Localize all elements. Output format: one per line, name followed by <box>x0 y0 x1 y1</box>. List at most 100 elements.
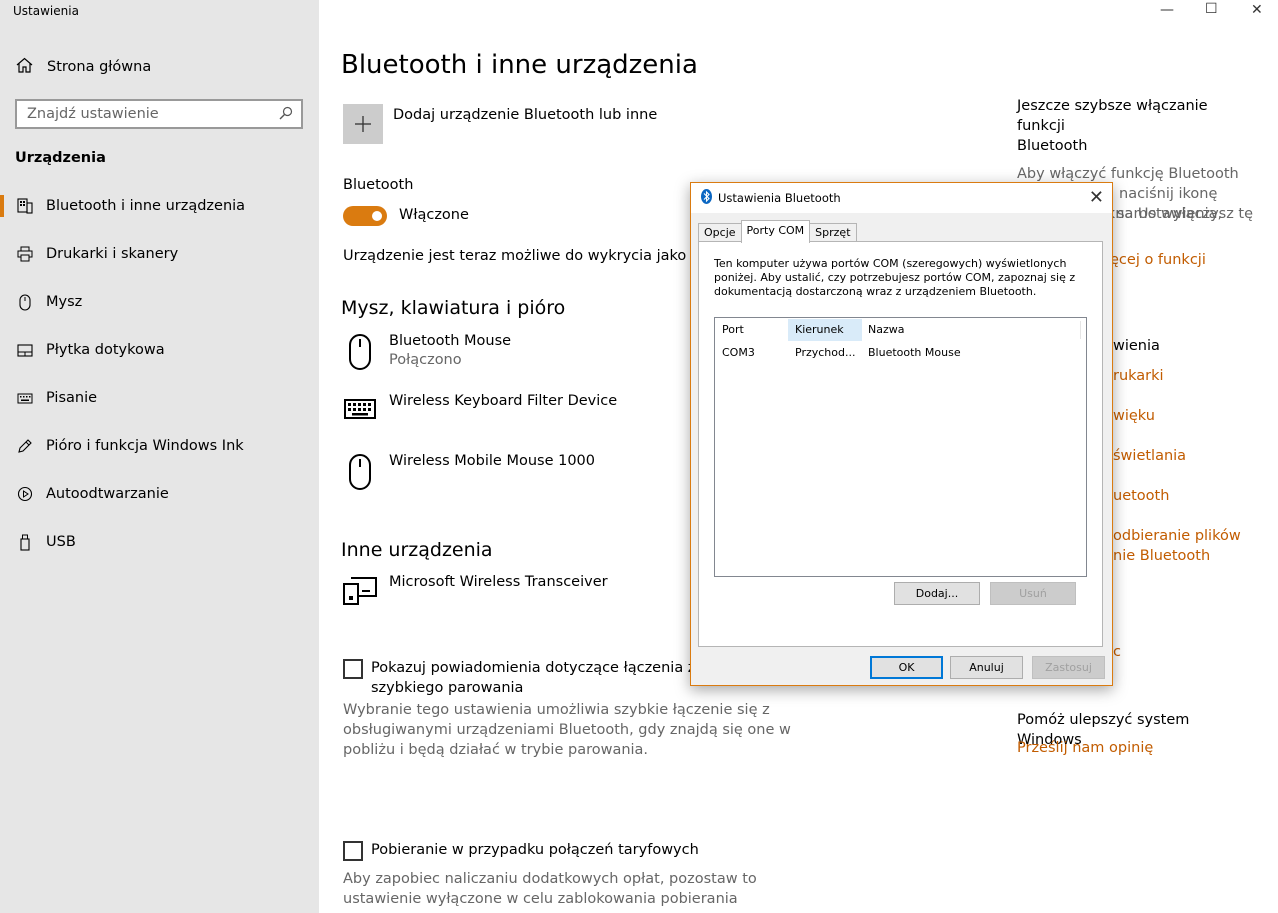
mouse-icon <box>16 293 34 311</box>
sidebar-item-label: USB <box>46 534 76 550</box>
feedback-link[interactable]: Prześlij nam opinię <box>1017 738 1153 758</box>
tip-text-line: naciśnij ikonę <box>1119 186 1218 202</box>
nav-home[interactable]: Strona główna <box>16 57 151 77</box>
device-bluetooth-mouse[interactable]: Bluetooth Mouse Połączono <box>343 333 511 371</box>
swift-pair-label-line-1: Pokazuj powiadomienia dotyczące łączenia… <box>371 660 727 676</box>
sidebar-item-bluetooth[interactable]: Bluetooth i inne urządzenia <box>0 186 319 226</box>
tab-com-ports[interactable]: Porty COM <box>740 220 811 243</box>
learn-more-link[interactable]: ęcej o funkcji <box>1110 250 1206 270</box>
remove-port-button[interactable]: Usuń <box>990 582 1076 605</box>
bluetooth-devices-icon <box>16 198 34 214</box>
mouse-icon <box>343 453 377 491</box>
tab-hardware[interactable]: Sprzęt <box>809 223 857 243</box>
touchpad-icon <box>16 343 34 357</box>
sidebar-item-typing[interactable]: Pisanie <box>0 378 319 418</box>
search-placeholder: Znajdź ustawienie <box>27 106 159 122</box>
device-wireless-keyboard[interactable]: Wireless Keyboard Filter Device <box>343 393 617 419</box>
swift-pair-desc-line: pobliżu i będą działać w trybie parowani… <box>343 742 649 758</box>
dialog-titlebar[interactable]: Ustawienia Bluetooth ✕ <box>691 183 1112 213</box>
device-name: Microsoft Wireless Transceiver <box>389 574 608 590</box>
dialog-title: Ustawienia Bluetooth <box>718 191 841 205</box>
sidebar-item-label: Płytka dotykowa <box>46 342 165 358</box>
related-link-display[interactable]: świetlania <box>1113 446 1186 466</box>
maximize-button[interactable]: ☐ <box>1205 1 1218 17</box>
metered-label: Pobieranie w przypadku połączeń taryfowy… <box>371 842 699 858</box>
com-ports-panel: Ten komputer używa portów COM (szeregowy… <box>698 241 1103 647</box>
related-link-bluetooth[interactable]: uetooth <box>1113 486 1169 506</box>
add-device-label: Dodaj urządzenie Bluetooth lub inne <box>393 107 658 123</box>
apply-button[interactable]: Zastosuj <box>1032 656 1105 679</box>
column-header-direction[interactable]: Kierunek <box>795 323 844 336</box>
plus-icon <box>343 104 383 144</box>
mouse-keyboard-section-title: Mysz, klawiatura i pióro <box>341 297 566 319</box>
tip-heading-line: Jeszcze szybsze włączanie funkcji <box>1017 98 1208 134</box>
keyboard-icon <box>16 393 34 404</box>
minimize-button[interactable]: — <box>1160 2 1174 18</box>
usb-icon <box>16 534 34 551</box>
list-header: Port Kierunek Nazwa <box>715 318 1086 341</box>
metered-checkbox[interactable] <box>343 841 363 861</box>
swift-pair-desc-line: obsługiwanymi urządzeniami Bluetooth, gd… <box>343 722 791 738</box>
table-row[interactable]: COM3 Przychod... Bluetooth Mouse <box>715 341 1086 363</box>
sidebar-item-touchpad[interactable]: Płytka dotykowa <box>0 330 319 370</box>
related-link-partial[interactable]: c <box>1113 642 1121 662</box>
sidebar: Ustawienia Strona główna Znajdź ustawien… <box>0 0 319 913</box>
related-link-printers[interactable]: rukarki <box>1113 366 1164 386</box>
autoplay-icon <box>16 486 34 502</box>
sidebar-item-label: Drukarki i skanery <box>46 246 179 262</box>
search-input[interactable]: Znajdź ustawienie <box>15 99 303 129</box>
discoverable-text: Urządzenie jest teraz możliwe do wykryci… <box>343 248 734 264</box>
swift-pair-checkbox[interactable] <box>343 659 363 679</box>
sidebar-item-printers[interactable]: Drukarki i skanery <box>0 234 319 274</box>
sidebar-item-label: Mysz <box>46 294 83 310</box>
sidebar-item-label: Pisanie <box>46 390 98 406</box>
sidebar-section-label: Urządzenia <box>15 150 106 166</box>
column-header-port[interactable]: Port <box>722 323 744 336</box>
close-button[interactable]: ✕ <box>1251 2 1263 18</box>
swift-pair-checkbox-row[interactable]: Pokazuj powiadomienia dotyczące łączenia… <box>343 658 727 698</box>
bluetooth-toggle-state: Włączone <box>399 207 469 223</box>
sidebar-item-autoplay[interactable]: Autoodtwarzanie <box>0 474 319 514</box>
sidebar-item-pen[interactable]: Pióro i funkcja Windows Ink <box>0 426 319 466</box>
metered-description: Aby zapobiec naliczaniu dodatkowych opła… <box>343 869 757 909</box>
swift-pair-desc-line: Wybranie tego ustawienia umożliwia szybk… <box>343 702 770 718</box>
cancel-button[interactable]: Anuluj <box>950 656 1023 679</box>
sidebar-item-usb[interactable]: USB <box>0 522 319 562</box>
tip-heading-line: Bluetooth <box>1017 138 1088 154</box>
add-port-button[interactable]: Dodaj... <box>894 582 980 605</box>
com-ports-list[interactable]: Port Kierunek Nazwa COM3 Przychod... Blu… <box>714 317 1087 577</box>
sidebar-item-label: Autoodtwarzanie <box>46 486 169 502</box>
device-status: Połączono <box>389 352 462 368</box>
sidebar-item-label: Bluetooth i inne urządzenia <box>46 198 246 214</box>
cell-port: COM3 <box>722 345 755 359</box>
related-link-sound[interactable]: więku <box>1113 406 1155 426</box>
tip-text-line: samo wyłączysz tę <box>1117 206 1254 222</box>
related-link-send-receive[interactable]: odbieranie plików <box>1113 526 1241 546</box>
device-name: Wireless Mobile Mouse 1000 <box>389 453 596 469</box>
cell-direction: Przychod... <box>795 345 856 359</box>
dialog-tabs: Opcje Porty COM Sprzęt <box>698 220 857 243</box>
column-separator <box>1080 321 1081 339</box>
device-name: Bluetooth Mouse <box>389 333 512 349</box>
bluetooth-label: Bluetooth <box>343 177 414 193</box>
page-title: Bluetooth i inne urządzenia <box>341 50 698 80</box>
bluetooth-toggle[interactable] <box>343 206 387 226</box>
printer-icon <box>16 246 34 262</box>
related-link-send-receive-line2[interactable]: nie Bluetooth <box>1113 546 1210 566</box>
dialog-close-button[interactable]: ✕ <box>1089 187 1104 208</box>
metered-checkbox-row[interactable]: Pobieranie w przypadku połączeń taryfowy… <box>343 840 699 861</box>
ok-button[interactable]: OK <box>870 656 943 679</box>
mouse-icon <box>343 333 377 371</box>
tab-options[interactable]: Opcje <box>698 223 742 243</box>
related-settings-heading: wienia <box>1113 338 1160 354</box>
device-wireless-transceiver[interactable]: Microsoft Wireless Transceiver <box>343 574 608 606</box>
column-header-name[interactable]: Nazwa <box>868 323 904 336</box>
metered-desc-line: ustawienie wyłączone w celu zablokowania… <box>343 891 738 907</box>
search-icon[interactable] <box>279 106 293 124</box>
pen-icon <box>16 438 34 454</box>
add-device-button[interactable]: Dodaj urządzenie Bluetooth lub inne <box>343 104 657 144</box>
device-wireless-mobile-mouse[interactable]: Wireless Mobile Mouse 1000 <box>343 453 595 491</box>
transceiver-icon <box>343 574 377 606</box>
sidebar-item-mouse[interactable]: Mysz <box>0 282 319 322</box>
nav-home-label: Strona główna <box>47 59 152 75</box>
